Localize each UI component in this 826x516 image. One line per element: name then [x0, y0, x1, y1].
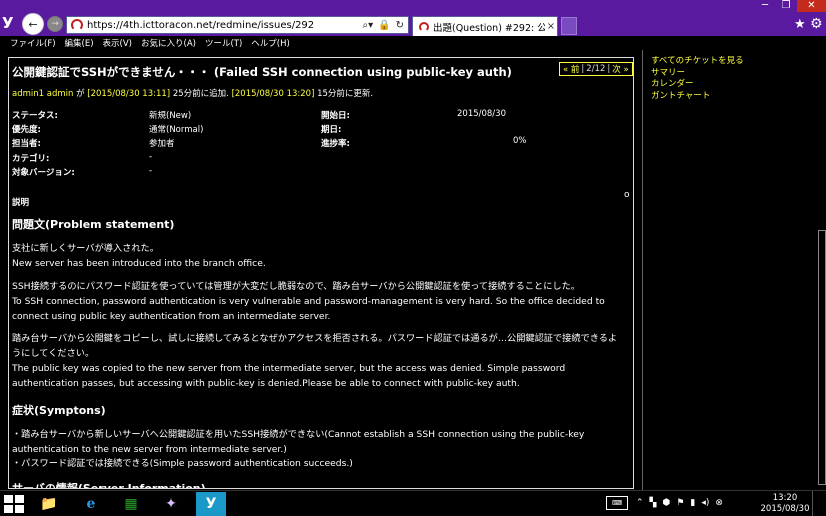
- paragraph-1-en: New server has been introduced into the …: [12, 258, 266, 269]
- added-text: 25分前に追加.: [170, 89, 232, 99]
- due-date-label: 期日:: [321, 125, 342, 135]
- tray-chevron-icon[interactable]: ⌃: [636, 498, 644, 508]
- maximize-button[interactable]: ❐: [775, 0, 797, 12]
- lock-icon[interactable]: 🔒: [378, 20, 390, 31]
- favorites-star-icon[interactable]: ★: [794, 17, 806, 32]
- sidebar-link-gantt[interactable]: ガントチャート: [651, 91, 816, 103]
- clock-date: 2015/08/30: [760, 504, 810, 514]
- back-button[interactable]: ←: [22, 13, 44, 35]
- sidebar-link-all-issues[interactable]: すべてのチケットを見る: [651, 56, 816, 68]
- search-dropdown-icon[interactable]: ⌕▾: [363, 20, 374, 31]
- author-link[interactable]: admin1 admin: [12, 89, 73, 99]
- tray-windows-icon[interactable]: ▚: [650, 498, 657, 508]
- assignee-label: 担当者:: [12, 139, 41, 149]
- sidebar-link-summary[interactable]: サマリー: [651, 68, 816, 80]
- added-time-link[interactable]: [2015/08/30 13:11]: [87, 89, 170, 99]
- paragraph-1-ja: 支社に新しくサーバが導入された。: [12, 243, 159, 254]
- menu-help[interactable]: ヘルプ(H): [251, 37, 290, 49]
- paragraph-3-en: The public key was copied to the new ser…: [12, 363, 566, 389]
- status-value: 新規(New): [149, 111, 192, 121]
- show-desktop-button[interactable]: [812, 491, 826, 516]
- priority-value: 通常(Normal): [149, 125, 204, 135]
- ie-site-icon: [71, 19, 83, 31]
- app-logo-icon: У: [2, 14, 14, 32]
- progress-value: 0%: [513, 136, 527, 146]
- category-value: -: [149, 152, 153, 162]
- tray-network-icon[interactable]: ⊗: [715, 498, 723, 508]
- sidebar-divider: [642, 50, 643, 490]
- paragraph-2-ja: SSH接続するのにパスワード認証を使っていては管理が大変だし脆弱なので、踏み台サ…: [12, 281, 580, 292]
- menu-file[interactable]: ファイル(F): [10, 37, 56, 49]
- edit-marker[interactable]: o: [624, 190, 630, 200]
- new-tab-button[interactable]: [561, 17, 577, 35]
- tray-dropbox-icon[interactable]: ⬢: [662, 498, 670, 508]
- tray-flag-icon[interactable]: ⚑: [676, 498, 684, 508]
- tools-gear-icon[interactable]: ⚙: [810, 16, 823, 32]
- start-date-value: 2015/08/30: [457, 109, 506, 119]
- menu-view[interactable]: 表示(V): [103, 37, 132, 49]
- tray-volume-icon[interactable]: ◂): [701, 498, 709, 508]
- address-bar[interactable]: https://4th.icttoracon.net/redmine/issue…: [66, 16, 409, 34]
- tab-label: 出題(Question) #292: 公...: [433, 22, 545, 34]
- menu-bar: ファイル(F) 編集(E) 表示(V) お気に入り(A) ツール(T) ヘルプ(…: [0, 36, 826, 50]
- tab-site-icon: [419, 21, 429, 32]
- tab-issue-292[interactable]: 出題(Question) #292: 公... ×: [412, 16, 558, 36]
- progress-label: 進捗率:: [321, 139, 350, 149]
- tab-close-icon[interactable]: ×: [545, 21, 557, 32]
- symptom-1: ・踏み台サーバから新しいサーバへ公開鍵認証を用いたSSH接続ができない(Cann…: [12, 429, 585, 455]
- issue-content: 公開鍵認証でSSHができません・・・ (Failed SSH connectio…: [8, 57, 634, 489]
- pager-separator: |: [581, 64, 585, 74]
- problem-heading: 問題文(Problem statement): [12, 218, 175, 231]
- clock-time: 13:20: [772, 493, 798, 503]
- forward-button[interactable]: →: [47, 16, 63, 32]
- server-info-heading: サーバの情報(Server Information): [12, 482, 206, 489]
- menu-edit[interactable]: 編集(E): [65, 37, 94, 49]
- taskbar-store-icon[interactable]: ▦: [116, 492, 146, 516]
- issue-title: 公開鍵認証でSSHができません・・・ (Failed SSH connectio…: [12, 65, 512, 79]
- close-window-button[interactable]: ✕: [797, 0, 826, 12]
- windows-taskbar: 📁 e ▦ ✦ У ⌨ ⌃ ▚ ⬢ ⚑ ▮ ◂) ⊗ 13:20 2015/08…: [0, 490, 826, 516]
- start-button-windows-icon[interactable]: [4, 495, 24, 513]
- address-url[interactable]: https://4th.icttoracon.net/redmine/issue…: [87, 20, 363, 31]
- symptom-2: ・パスワード認証では接続できる(Simple password authenti…: [12, 458, 353, 469]
- pager-count: 2/12: [586, 64, 606, 74]
- pager-next-link[interactable]: 次 »: [612, 63, 628, 75]
- paragraph-2-en: To SSH connection, password authenticati…: [12, 296, 605, 322]
- category-label: カテゴリ:: [12, 154, 50, 164]
- target-version-label: 対象バージョン:: [12, 168, 75, 178]
- taskbar-browser-icon[interactable]: У: [196, 492, 226, 516]
- taskbar-clock[interactable]: 13:20 2015/08/30: [760, 493, 810, 515]
- system-tray: ⌃ ▚ ⬢ ⚑ ▮ ◂) ⊗: [636, 498, 723, 508]
- author-text: が: [73, 89, 88, 99]
- pager-separator: |: [607, 64, 611, 74]
- paragraph-3-ja: 踏み台サーバから公開鍵をコピーし、試しに接続してみるとなぜかアクセスを拒否される…: [12, 333, 618, 359]
- browser-titlebar: У ← → https://4th.icttoracon.net/redmine…: [0, 0, 826, 36]
- target-version-value: -: [149, 166, 153, 176]
- pager-prev-link[interactable]: « 前: [563, 63, 579, 75]
- sidebar-link-calendar[interactable]: カレンダー: [651, 79, 816, 91]
- menu-tools[interactable]: ツール(T): [205, 37, 242, 49]
- start-date-label: 開始日:: [321, 111, 350, 121]
- minimize-button[interactable]: ─: [755, 0, 775, 12]
- updated-text: 15分前に更新.: [314, 89, 374, 99]
- menu-favorites[interactable]: お気に入り(A): [141, 37, 196, 49]
- issue-pager: « 前 | 2/12 | 次 »: [559, 62, 633, 76]
- symptoms-heading: 症状(Symptons): [12, 404, 106, 417]
- refresh-icon[interactable]: ↻: [396, 20, 404, 31]
- taskbar-app-icon[interactable]: ✦: [156, 492, 186, 516]
- author-line: admin1 admin が [2015/08/30 13:11] 25分前に追…: [12, 87, 373, 99]
- taskbar-explorer-icon[interactable]: 📁: [34, 492, 64, 516]
- taskbar-ie-icon[interactable]: e: [76, 492, 106, 516]
- assignee-value: 参加者: [149, 139, 175, 149]
- status-label: ステータス:: [12, 111, 58, 121]
- tray-battery-icon[interactable]: ▮: [690, 498, 695, 508]
- priority-label: 優先度:: [12, 125, 41, 135]
- issues-sidebar: すべてのチケットを見る サマリー カレンダー ガントチャート: [651, 56, 816, 102]
- updated-time-link[interactable]: [2015/08/30 13:20]: [232, 89, 315, 99]
- keyboard-icon[interactable]: ⌨: [606, 496, 628, 510]
- description-heading: 説明: [12, 198, 30, 208]
- scrollbar-thumb[interactable]: [818, 230, 826, 485]
